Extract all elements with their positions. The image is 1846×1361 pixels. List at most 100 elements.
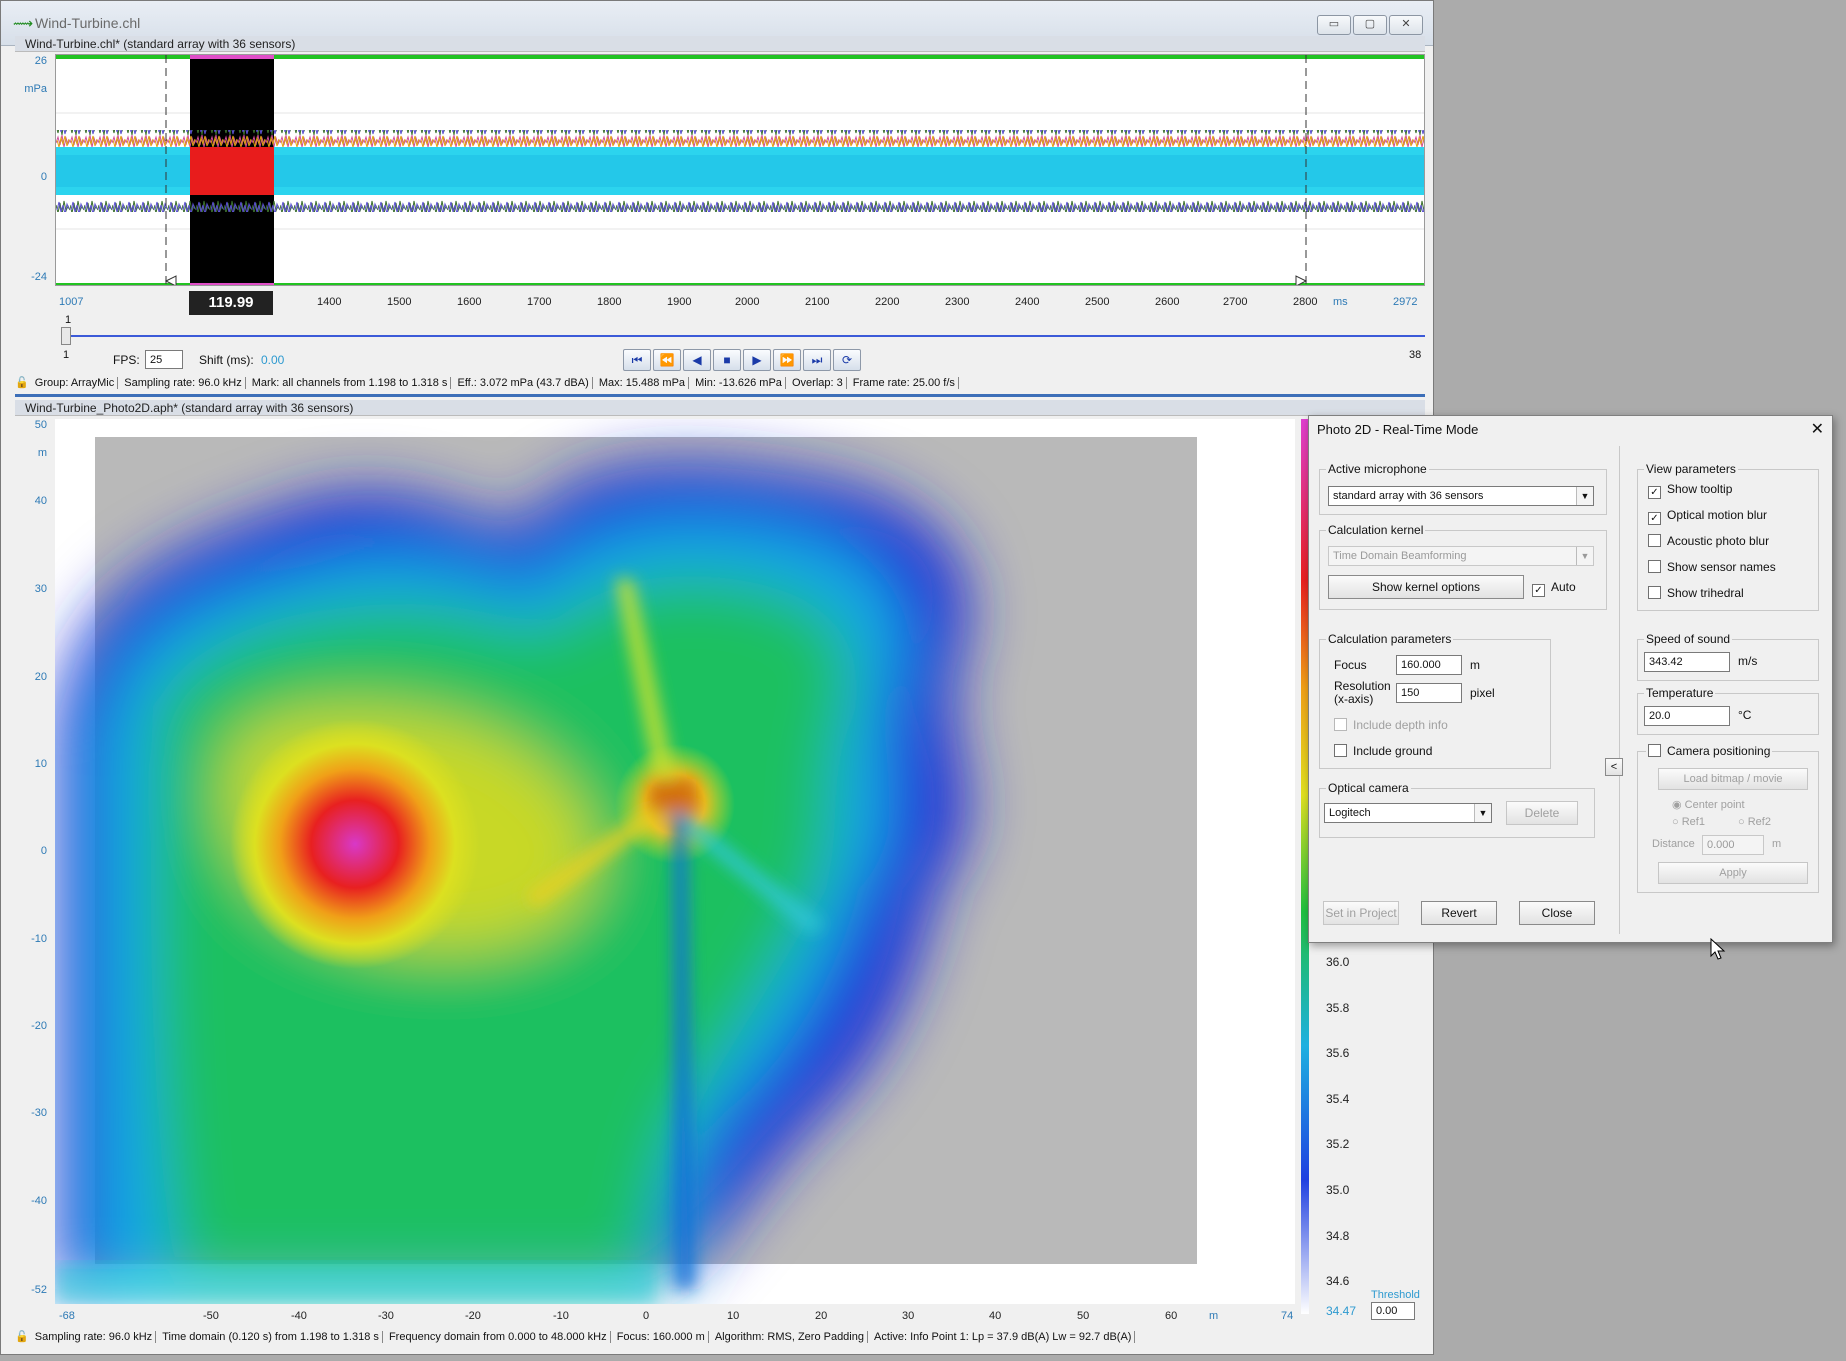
photo2d-realtime-dialog: Photo 2D - Real-Time Mode ✕ Active micro… [1308,415,1833,943]
set-in-project-button[interactable]: Set in Project [1323,901,1399,925]
revert-button[interactable]: Revert [1421,901,1497,925]
calc-kernel-select[interactable]: Time Domain Beamforming ▼ [1328,546,1594,566]
close-window-button[interactable]: ✕ [1389,15,1423,35]
chevron-down-icon: ▼ [1474,804,1491,822]
y-tick: 40 [34,495,47,507]
x-tick: 2700 [1223,296,1248,308]
center-point-label: Center point [1684,799,1745,811]
apply-button[interactable]: Apply [1658,862,1808,884]
slider-top-label: 1 [65,314,72,326]
show-tooltip-checkbox[interactable]: ✓ Show tooltip [1648,482,1732,499]
acoustic-photo [55,437,1197,1304]
x-tick: 2100 [805,296,830,308]
show-kernel-options-button[interactable]: Show kernel options [1328,575,1524,599]
close-button[interactable]: Close [1519,901,1595,925]
show-tooltip-label: Show tooltip [1667,482,1733,496]
threshold-label: Threshold [1371,1289,1420,1301]
show-sensor-names-checkbox[interactable]: Show sensor names [1648,560,1776,574]
status-segment: Active: Info Point 1: Lp = 37.9 dB(A) Lw… [871,1331,1136,1343]
resolution-unit: pixel [1470,686,1495,700]
load-bitmap-button[interactable]: Load bitmap / movie [1658,768,1808,790]
distance-unit: m [1772,838,1782,850]
colorbar-tick: 35.0 [1326,1183,1350,1197]
acoustic-photo-blur-checkbox[interactable]: Acoustic photo blur [1648,534,1769,548]
include-ground-label: Include ground [1353,744,1433,758]
include-ground-checkbox[interactable]: Include ground [1334,744,1432,758]
delete-camera-button[interactable]: Delete [1506,801,1578,825]
active-microphone-select[interactable]: standard array with 36 sensors ▼ [1328,486,1594,506]
play-backward-button[interactable]: ◀ [683,349,711,371]
stop-button[interactable]: ■ [713,349,741,371]
speed-of-sound-group: Speed of sound 343.42 m/s [1637,632,1819,681]
x-tick: 10 [727,1310,740,1322]
check-icon: ✓ [1648,512,1661,525]
x-tick: 1400 [317,296,342,308]
y-tick: -30 [31,1107,47,1119]
status-segment: Mark: all channels from 1.198 to 1.318 s [248,377,452,389]
x-tick: 40 [989,1310,1002,1322]
camera-positioning-group: Camera positioning Load bitmap / movie ◉… [1637,744,1819,893]
shift-value[interactable]: 0.00 [261,353,284,367]
status-segment: Max: 15.488 mPa [595,377,690,389]
x-tick: 2600 [1155,296,1180,308]
show-trihedral-checkbox[interactable]: Show trihedral [1648,586,1744,600]
x-tick: 2400 [1015,296,1040,308]
frame-slider-thumb[interactable] [61,327,71,345]
group-label: View parameters [1644,462,1738,476]
ref1-radio[interactable]: ○ Ref1 [1672,816,1705,828]
radio-icon: ○ [1738,816,1745,828]
fps-input[interactable]: 25 [145,350,183,369]
optical-camera-select[interactable]: Logitech ▼ [1324,803,1492,823]
loop-button[interactable]: ⟳ [833,349,861,371]
chevron-down-icon: ▼ [1576,547,1593,565]
colorbar-min: 34.47 [1326,1304,1357,1318]
include-depth-checkbox[interactable]: Include depth info [1334,718,1448,732]
minimize-button[interactable]: ▭ [1317,15,1351,35]
first-frame-button[interactable]: ⏮ [623,349,651,371]
x-tick: -10 [553,1310,569,1322]
slider-right-label: 38 [1409,349,1422,361]
collapse-panel-button[interactable]: < [1605,758,1623,776]
status-segment: Overlap: 3 [788,377,847,389]
x-tick: 0 [643,1310,650,1322]
optical-motion-blur-checkbox[interactable]: ✓ Optical motion blur [1648,508,1767,525]
prev-step-button[interactable]: ⏪ [653,349,681,371]
play-button[interactable]: ▶ [743,349,771,371]
x-tick: 2300 [945,296,970,308]
y-tick: 10 [34,758,47,770]
frame-slider-track[interactable] [65,335,1425,337]
x-tick: 50 [1077,1310,1090,1322]
dialog-close-icon[interactable]: ✕ [1811,419,1824,439]
center-point-radio[interactable]: ◉ Center point [1672,798,1745,811]
window-title: Wind-Turbine.chl [35,15,141,31]
pane-splitter[interactable] [15,394,1425,397]
y-unit: mPa [24,83,47,95]
speed-of-sound-input[interactable]: 343.42 [1644,652,1730,672]
waveform-chart [56,55,1424,285]
distance-input[interactable]: 0.000 [1702,835,1764,855]
focus-input[interactable]: 160.000 [1396,655,1462,675]
auto-checkbox[interactable]: ✓ Auto [1532,580,1576,597]
calc-params-group: Calculation parameters Focus 160.000 m R… [1319,632,1551,769]
shift-label: Shift (ms): [199,353,254,367]
chevron-down-icon: ▼ [1576,487,1593,505]
acoustic-photo-view[interactable] [55,419,1295,1304]
dialog-divider [1619,446,1620,934]
camera-positioning-checkbox[interactable]: Camera positioning [1646,744,1773,758]
next-step-button[interactable]: ⏩ [773,349,801,371]
resolution-label-line2: (x-axis) [1334,692,1374,706]
x-tick: -20 [465,1310,481,1322]
ref2-label: Ref2 [1747,816,1771,828]
transport-controls: ⏮ ⏪ ◀ ■ ▶ ⏩ ⏭ ⟳ [623,349,863,371]
y-tick: -24 [31,271,47,283]
timeseries-plot[interactable] [55,54,1425,286]
ref2-radio[interactable]: ○ Ref2 [1738,816,1771,828]
y-tick: 26 [34,55,47,67]
timeseries-header: Wind-Turbine.chl* (standard array with 3… [15,36,1425,52]
temperature-input[interactable]: 20.0 [1644,706,1730,726]
threshold-input[interactable]: 0.00 [1371,1302,1415,1320]
last-frame-button[interactable]: ⏭ [803,349,831,371]
resolution-input[interactable]: 150 [1396,683,1462,703]
maximize-button[interactable]: ▢ [1353,15,1387,35]
optical-motion-blur-label: Optical motion blur [1667,508,1768,522]
